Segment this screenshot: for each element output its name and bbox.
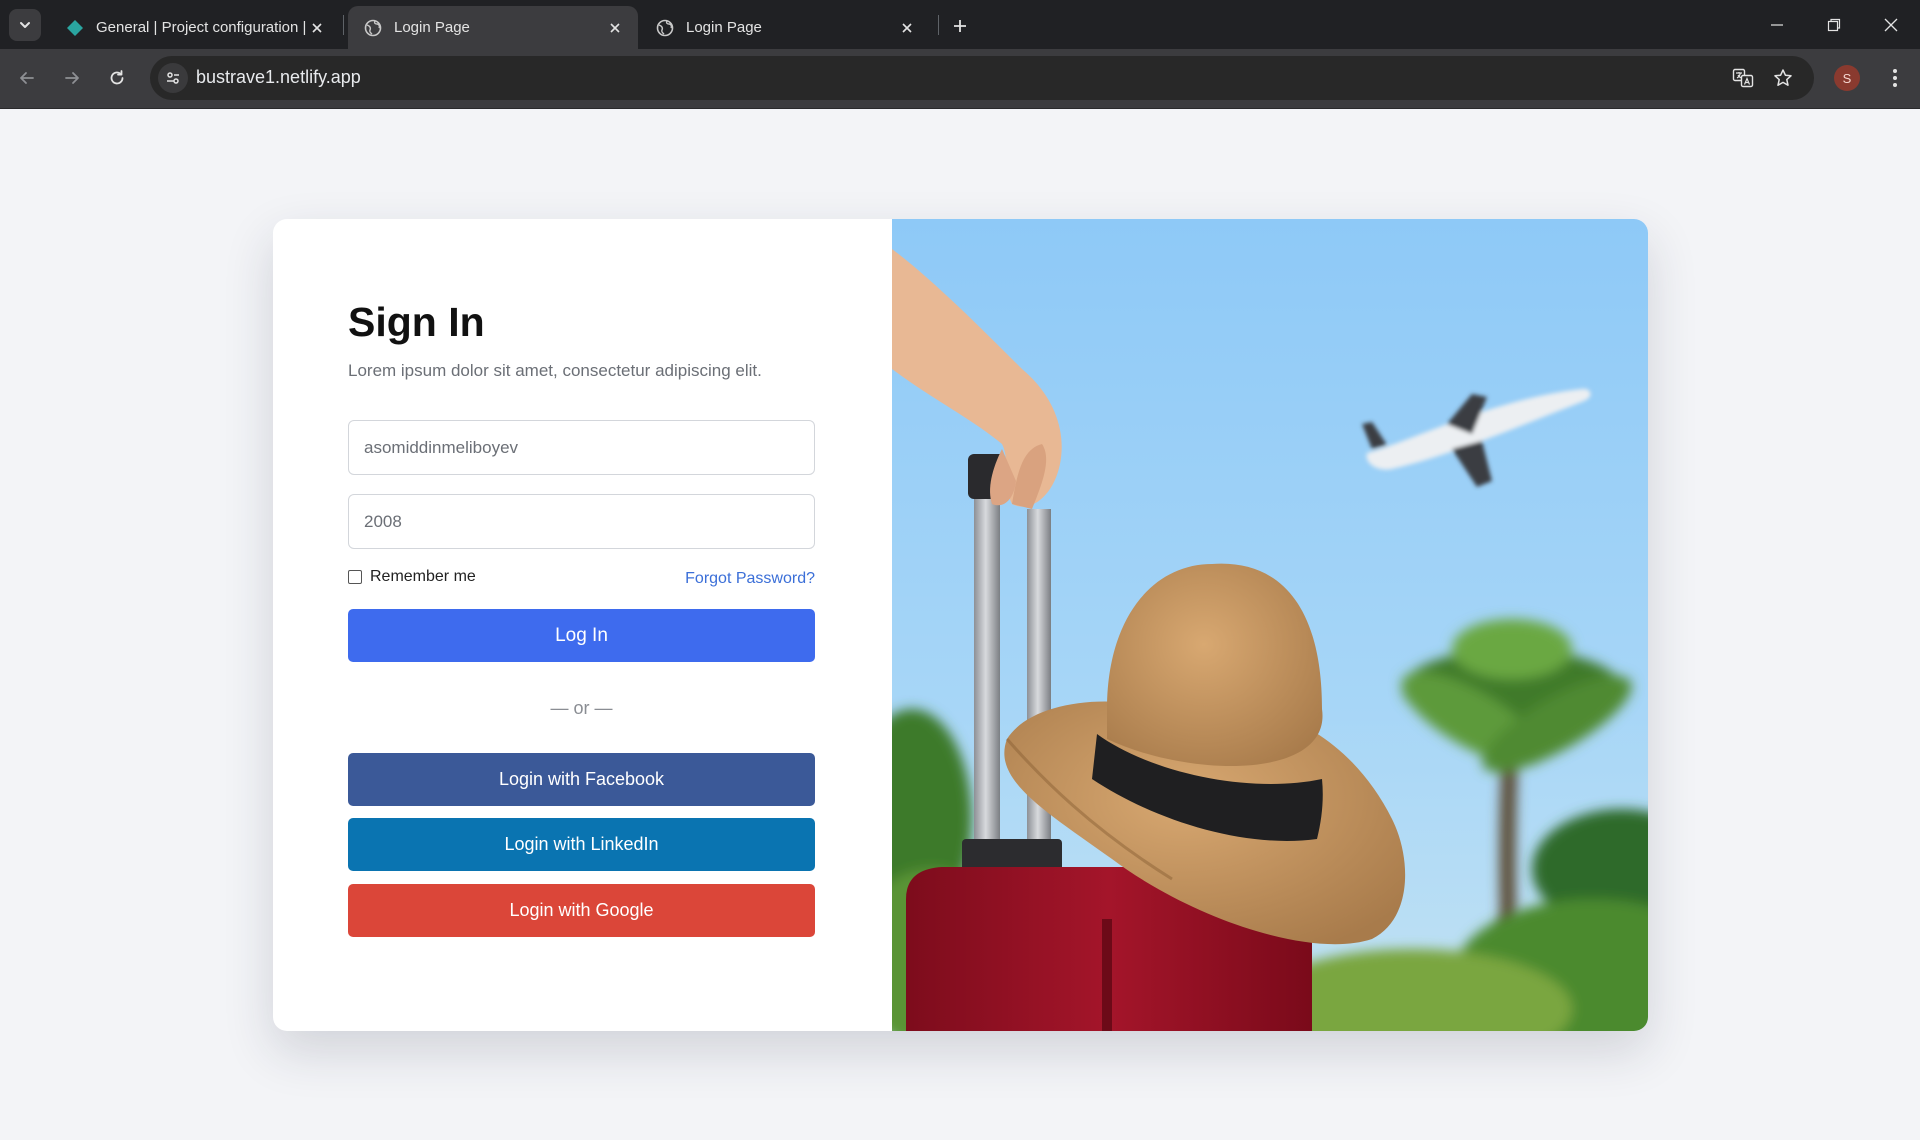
globe-icon (364, 19, 382, 37)
diamond-logo-icon (66, 19, 84, 37)
close-window-button[interactable] (1862, 0, 1920, 49)
login-facebook-button[interactable]: Login with Facebook (348, 753, 815, 806)
browser-tab-strip: General | Project configuration | Login … (0, 0, 1920, 49)
reload-icon (110, 70, 124, 85)
tab-separator (938, 15, 939, 35)
page-subtitle: Lorem ipsum dolor sit amet, consectetur … (348, 361, 762, 380)
travel-hero-image (892, 219, 1648, 1031)
translate-icon (1732, 68, 1754, 88)
profile-avatar[interactable]: S (1834, 65, 1860, 91)
close-icon (1884, 18, 1898, 31)
close-tab-icon[interactable] (604, 17, 626, 39)
remember-me-label: Remember me (370, 568, 476, 585)
browser-toolbar: bustrave1.netlify.app S (0, 49, 1920, 109)
browser-menu-button[interactable] (1880, 63, 1910, 93)
tab-title: Login Page (394, 19, 470, 36)
tab-separator (343, 15, 344, 35)
tab-title: General | Project configuration | (96, 19, 306, 36)
globe-icon (656, 19, 674, 37)
reload-button[interactable] (100, 61, 134, 95)
tab-login-page-active[interactable]: Login Page (348, 6, 638, 49)
arrow-right-icon (65, 72, 79, 84)
forward-button[interactable] (55, 61, 89, 95)
translate-button[interactable] (1730, 65, 1756, 91)
or-divider: — or — (550, 698, 613, 718)
close-tab-icon[interactable] (896, 17, 918, 39)
minimize-button[interactable] (1748, 0, 1806, 49)
tab-title: Login Page (686, 19, 762, 36)
new-tab-button[interactable] (946, 12, 974, 40)
remember-me-option[interactable]: Remember me (348, 568, 476, 586)
username-input[interactable] (348, 420, 815, 475)
tab-login-page[interactable]: Login Page (640, 6, 930, 49)
restore-icon (1827, 18, 1841, 31)
hero-illustration (892, 219, 1648, 1031)
chevron-down-icon (20, 22, 30, 28)
remember-me-checkbox[interactable] (348, 570, 362, 584)
more-vertical-icon (1893, 69, 1897, 87)
password-input[interactable] (348, 494, 815, 549)
tune-icon (167, 72, 179, 84)
login-google-button[interactable]: Login with Google (348, 884, 815, 937)
tab-search-button[interactable] (9, 9, 41, 41)
minimize-icon (1771, 23, 1783, 26)
page-title: Sign In (348, 299, 485, 345)
arrow-left-icon (20, 72, 34, 84)
plus-icon (954, 20, 966, 32)
star-icon (1774, 69, 1792, 86)
restore-button[interactable] (1805, 0, 1863, 49)
login-linkedin-button[interactable]: Login with LinkedIn (348, 818, 815, 871)
back-button[interactable] (10, 61, 44, 95)
login-form: Sign In Lorem ipsum dolor sit amet, cons… (273, 219, 891, 1031)
close-tab-icon[interactable] (306, 17, 328, 39)
address-bar[interactable]: bustrave1.netlify.app (150, 56, 1814, 100)
forgot-password-link[interactable]: Forgot Password? (685, 570, 815, 588)
url-text[interactable]: bustrave1.netlify.app (196, 67, 361, 88)
bookmark-button[interactable] (1770, 65, 1796, 91)
login-card: Sign In Lorem ipsum dolor sit amet, cons… (273, 219, 1648, 1031)
login-button[interactable]: Log In (348, 609, 815, 662)
site-info-button[interactable] (158, 63, 188, 93)
tab-project-configuration[interactable]: General | Project configuration | (50, 6, 340, 49)
